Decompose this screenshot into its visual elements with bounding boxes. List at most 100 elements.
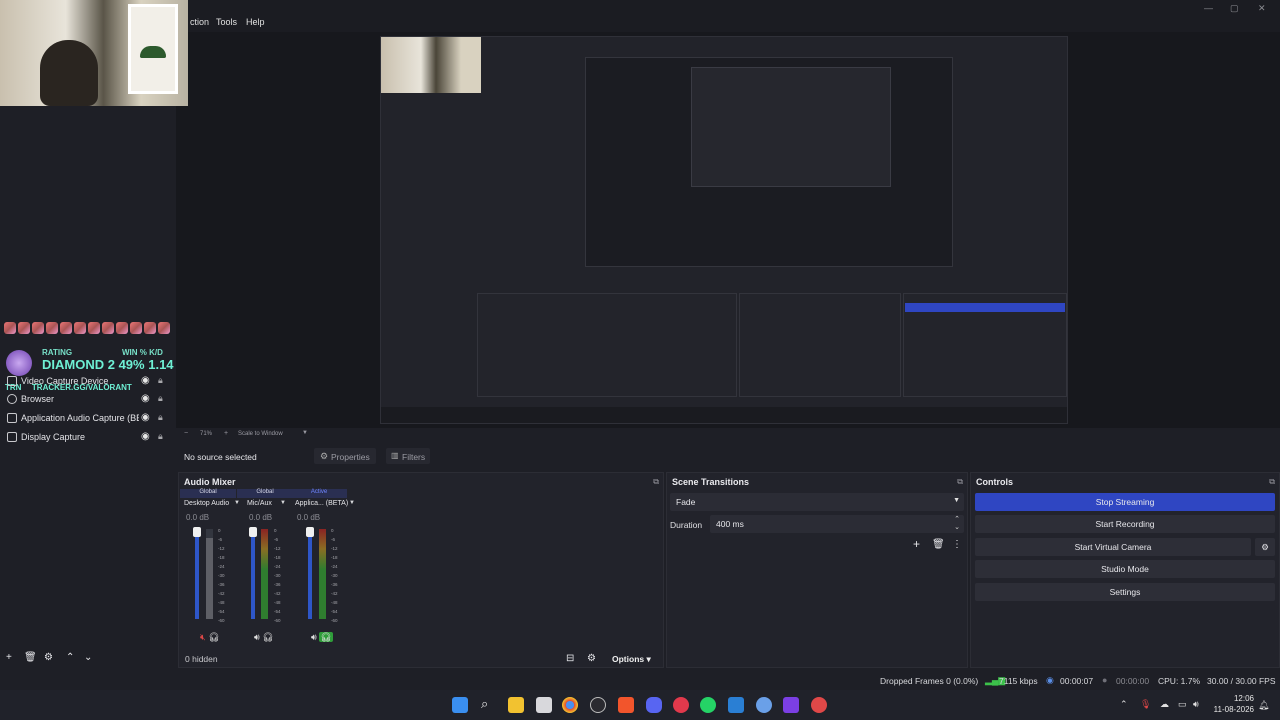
zoom-value: 71%: [200, 431, 213, 437]
minimize-button[interactable]: —: [1204, 3, 1213, 13]
speaker-icon[interactable]: 🔊︎: [311, 632, 317, 642]
db-scale: 0 -6 -12 -18 -24 -30 -36 -42 -48 -54 -60: [218, 528, 225, 623]
volume-icon[interactable]: 🔊︎: [1193, 699, 1199, 710]
browser-icon[interactable]: [756, 697, 772, 713]
file-explorer-icon[interactable]: [508, 697, 524, 713]
volume-knob[interactable]: [306, 527, 314, 537]
chevron-down-icon[interactable]: ▼: [349, 500, 355, 506]
duration-input[interactable]: 400 ms ⌃ ⌄: [710, 515, 964, 533]
headphones-active-icon[interactable]: 🎧︎: [319, 632, 333, 642]
fps: 30.00 / 30.00 FPS: [1207, 676, 1276, 686]
lock-icon[interactable]: 🔒︎: [158, 375, 163, 386]
riot-client-icon[interactable]: [811, 697, 827, 713]
brave-icon[interactable]: [618, 697, 634, 713]
settings-button[interactable]: Settings: [975, 583, 1275, 601]
camera-icon: [7, 376, 17, 386]
source-item-app-audio[interactable]: Application Audio Capture (BET ◉ 🔒︎: [0, 409, 176, 428]
zoom-bar: [176, 428, 1280, 442]
stop-streaming-button[interactable]: Stop Streaming: [975, 493, 1275, 511]
zoom-in-button[interactable]: +: [224, 430, 228, 437]
properties-button[interactable]: ⚙ Properties: [314, 448, 376, 464]
more-icon[interactable]: ⋮: [952, 539, 962, 550]
trash-icon[interactable]: 🗑︎: [24, 652, 37, 663]
volume-slider[interactable]: [308, 529, 312, 619]
lock-icon[interactable]: 🔒︎: [158, 412, 163, 423]
volume-knob[interactable]: [193, 527, 201, 537]
chevron-down-icon[interactable]: ▼: [302, 430, 308, 436]
lock-icon[interactable]: 🔒︎: [158, 431, 163, 442]
network-icon[interactable]: ▭: [1178, 699, 1187, 710]
link-gear-icon[interactable]: ⚙: [587, 653, 596, 664]
chevron-down-icon[interactable]: ⌄: [84, 652, 92, 663]
headphones-icon[interactable]: 🎧︎: [262, 632, 273, 642]
clock-date[interactable]: 11-08-2026: [1210, 705, 1254, 714]
eye-icon[interactable]: ◉: [141, 412, 150, 423]
volume-slider[interactable]: [251, 529, 255, 619]
win-kd-label: WIN % K/D: [122, 348, 163, 357]
cloud-icon[interactable]: ☁: [1160, 699, 1169, 710]
chevron-down-icon: ▼: [953, 497, 960, 504]
undock-icon[interactable]: ⧉: [653, 477, 659, 487]
menu-tools[interactable]: Tools: [216, 17, 237, 27]
windows-start-icon[interactable]: [452, 697, 468, 713]
options-button[interactable]: Options ▾: [612, 654, 651, 665]
notification-icon[interactable]: 🔔︎: [1258, 700, 1269, 711]
clock-time[interactable]: 12:06: [1212, 694, 1254, 703]
app-icon[interactable]: [783, 697, 799, 713]
spin-down-icon[interactable]: ⌄: [954, 523, 960, 531]
close-button[interactable]: ✕: [1258, 3, 1266, 14]
menu-help[interactable]: Help: [246, 17, 265, 27]
mixer-channel-desktop: Global Desktop Audio ▼ 0.0 dB 0 -6 -12 -18-…: [180, 489, 240, 647]
maximize-button[interactable]: ▢: [1230, 3, 1239, 14]
whatsapp-icon[interactable]: [700, 697, 716, 713]
volume-slider[interactable]: [195, 529, 199, 619]
lock-icon[interactable]: 🔒︎: [158, 393, 163, 404]
source-item-display-capture[interactable]: Display Capture ◉ 🔒︎: [0, 428, 176, 447]
volume-meter: [261, 529, 268, 619]
filters-button[interactable]: ▥ Filters: [386, 448, 430, 464]
chrome-icon[interactable]: [562, 697, 578, 713]
obs-icon[interactable]: [590, 697, 606, 713]
start-recording-button[interactable]: Start Recording: [975, 515, 1275, 533]
spin-up-icon[interactable]: ⌃: [954, 515, 960, 523]
discord-icon[interactable]: [646, 697, 662, 713]
search-icon[interactable]: ⌕: [481, 696, 488, 712]
layout-icon[interactable]: ⊟: [566, 653, 574, 664]
store-icon[interactable]: [536, 697, 552, 713]
chevron-up-icon[interactable]: ⌃: [1120, 699, 1128, 710]
virtual-camera-gear-icon[interactable]: ⚙: [1255, 538, 1275, 556]
add-source-icon[interactable]: +: [6, 652, 12, 663]
eye-icon[interactable]: ◉: [141, 431, 150, 442]
volume-knob[interactable]: [249, 527, 257, 537]
speaker-icon[interactable]: 🔊︎: [254, 632, 260, 642]
trash-icon[interactable]: 🗑︎: [932, 539, 945, 550]
source-item-video-capture[interactable]: Video Capture Device ◉ 🔒︎: [0, 372, 176, 391]
valorant-icon[interactable]: [673, 697, 689, 713]
chevron-down-icon[interactable]: ▼: [280, 500, 286, 506]
muted-speaker-icon[interactable]: 🔇︎: [200, 632, 206, 642]
zoom-out-button[interactable]: −: [184, 430, 188, 437]
volume-meter: [319, 529, 326, 619]
transition-select[interactable]: Fade ▼: [670, 493, 964, 511]
start-virtual-camera-button[interactable]: Start Virtual Camera: [975, 538, 1251, 556]
title-bar: [0, 0, 1280, 32]
preview-recursive-capture: [380, 36, 1068, 424]
vscode-icon[interactable]: [728, 697, 744, 713]
hidden-count: 0 hidden: [185, 654, 218, 664]
menu-section[interactable]: ction: [190, 17, 209, 27]
source-item-browser[interactable]: Browser ◉ 🔒︎: [0, 390, 176, 409]
record-time: 00:00:00: [1116, 676, 1150, 686]
eye-icon[interactable]: ◉: [141, 393, 150, 404]
monitor-icon: [7, 432, 17, 442]
eye-icon[interactable]: ◉: [141, 375, 150, 386]
undock-icon[interactable]: ⧉: [957, 477, 963, 487]
scale-select[interactable]: Scale to Window: [238, 431, 283, 437]
add-transition-icon[interactable]: +: [913, 537, 920, 551]
studio-mode-button[interactable]: Studio Mode: [975, 560, 1275, 578]
chevron-up-icon[interactable]: ⌃: [66, 652, 74, 663]
headphones-icon[interactable]: 🎧︎: [208, 632, 219, 642]
microphone-icon[interactable]: 🎙︎: [1140, 699, 1151, 710]
no-source-label: No source selected: [184, 452, 257, 462]
undock-icon[interactable]: ⧉: [1269, 477, 1275, 487]
gear-icon[interactable]: ⚙: [44, 652, 53, 663]
